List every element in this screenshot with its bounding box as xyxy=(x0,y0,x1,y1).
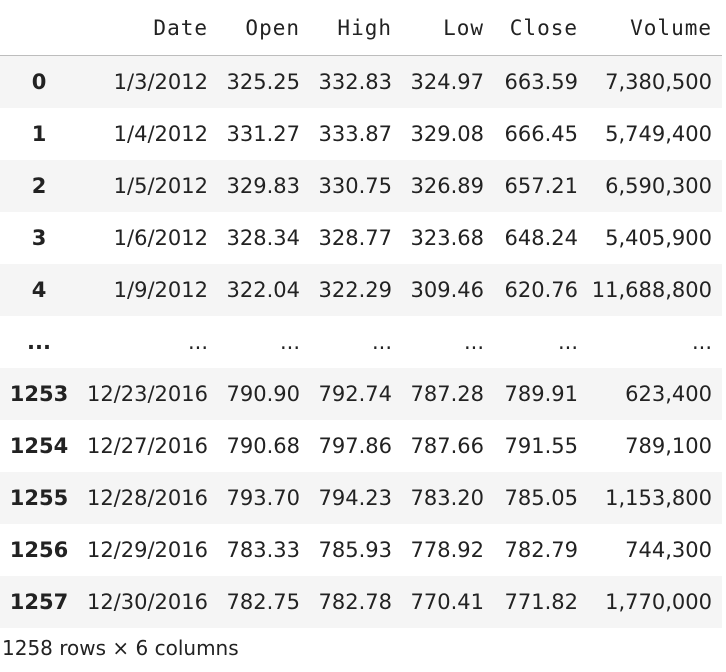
row-index: 1 xyxy=(31,122,47,146)
cell-open: 790.68 xyxy=(226,434,300,458)
cell-date: ... xyxy=(187,330,208,354)
cell-open: ... xyxy=(279,330,300,354)
row-index: 1253 xyxy=(9,382,69,406)
cell-open: 322.04 xyxy=(226,278,300,302)
dataframe-table: Date Open High Low Close Volume 0 1/3/20… xyxy=(0,0,722,628)
cell-volume: 11,688,800 xyxy=(591,278,712,302)
table-row: 1255 12/28/2016 793.70 794.23 783.20 785… xyxy=(0,472,722,524)
cell-open: 328.34 xyxy=(226,226,300,250)
dataframe-output: Date Open High Low Close Volume 0 1/3/20… xyxy=(0,0,726,660)
cell-open: 325.25 xyxy=(226,70,300,94)
cell-date: 1/5/2012 xyxy=(113,174,208,198)
cell-low: 778.92 xyxy=(410,538,484,562)
table-row: 0 1/3/2012 325.25 332.83 324.97 663.59 7… xyxy=(0,55,722,108)
cell-high: 322.29 xyxy=(318,278,392,302)
cell-high: 785.93 xyxy=(318,538,392,562)
cell-low: 770.41 xyxy=(410,590,484,614)
table-row: 1 1/4/2012 331.27 333.87 329.08 666.45 5… xyxy=(0,108,722,160)
row-index: 1256 xyxy=(9,538,69,562)
column-header-close: Close xyxy=(494,0,588,56)
cell-volume: 789,100 xyxy=(625,434,712,458)
cell-date: 12/23/2016 xyxy=(86,382,208,406)
cell-date: 1/4/2012 xyxy=(113,122,208,146)
cell-close: 663.59 xyxy=(504,70,578,94)
table-row: 1257 12/30/2016 782.75 782.78 770.41 771… xyxy=(0,576,722,628)
cell-close: 789.91 xyxy=(504,382,578,406)
cell-volume: 744,300 xyxy=(625,538,712,562)
table-row: 1253 12/23/2016 790.90 792.74 787.28 789… xyxy=(0,368,722,420)
cell-low: 324.97 xyxy=(410,70,484,94)
cell-date: 1/6/2012 xyxy=(113,226,208,250)
cell-volume: 6,590,300 xyxy=(605,174,712,198)
cell-volume: 5,405,900 xyxy=(605,226,712,250)
cell-date: 12/30/2016 xyxy=(86,590,208,614)
table-row: 4 1/9/2012 322.04 322.29 309.46 620.76 1… xyxy=(0,264,722,316)
cell-high: 328.77 xyxy=(318,226,392,250)
table-row: 3 1/6/2012 328.34 328.77 323.68 648.24 5… xyxy=(0,212,722,264)
cell-volume: 1,153,800 xyxy=(605,486,712,510)
cell-date: 12/29/2016 xyxy=(86,538,208,562)
cell-open: 793.70 xyxy=(226,486,300,510)
cell-close: 620.76 xyxy=(504,278,578,302)
row-index: 2 xyxy=(31,174,47,198)
cell-volume: ... xyxy=(691,330,712,354)
cell-low: 323.68 xyxy=(410,226,484,250)
cell-high: 330.75 xyxy=(318,174,392,198)
cell-open: 790.90 xyxy=(226,382,300,406)
cell-close: 648.24 xyxy=(504,226,578,250)
cell-volume: 623,400 xyxy=(625,382,712,406)
cell-date: 1/9/2012 xyxy=(113,278,208,302)
table-row: 1256 12/29/2016 783.33 785.93 778.92 782… xyxy=(0,524,722,576)
cell-high: ... xyxy=(371,330,392,354)
cell-high: 797.86 xyxy=(318,434,392,458)
cell-volume: 5,749,400 xyxy=(605,122,712,146)
column-header-high: High xyxy=(310,0,402,56)
cell-high: 333.87 xyxy=(318,122,392,146)
column-header-date: Date xyxy=(78,0,218,56)
row-index: ... xyxy=(27,330,51,354)
cell-low: 326.89 xyxy=(410,174,484,198)
table-row-ellipsis: ... ... ... ... ... ... ... xyxy=(0,316,722,368)
cell-close: 785.05 xyxy=(504,486,578,510)
row-index: 1257 xyxy=(9,590,69,614)
cell-high: 792.74 xyxy=(318,382,392,406)
row-index: 0 xyxy=(31,70,47,94)
cell-low: ... xyxy=(463,330,484,354)
cell-open: 329.83 xyxy=(226,174,300,198)
table-row: 2 1/5/2012 329.83 330.75 326.89 657.21 6… xyxy=(0,160,722,212)
cell-close: 771.82 xyxy=(504,590,578,614)
cell-close: 782.79 xyxy=(504,538,578,562)
row-index: 3 xyxy=(31,226,47,250)
column-header-volume: Volume xyxy=(588,0,722,56)
cell-date: 1/3/2012 xyxy=(113,70,208,94)
row-index: 1255 xyxy=(9,486,69,510)
header-row: Date Open High Low Close Volume xyxy=(0,0,722,56)
column-header-low: Low xyxy=(402,0,494,56)
column-header-index xyxy=(0,0,78,56)
cell-date: 12/28/2016 xyxy=(86,486,208,510)
cell-close: ... xyxy=(557,330,578,354)
cell-high: 782.78 xyxy=(318,590,392,614)
cell-volume: 1,770,000 xyxy=(605,590,712,614)
cell-low: 783.20 xyxy=(410,486,484,510)
cell-close: 657.21 xyxy=(504,174,578,198)
row-index: 1254 xyxy=(9,434,69,458)
cell-close: 791.55 xyxy=(504,434,578,458)
table-row: 1254 12/27/2016 790.68 797.86 787.66 791… xyxy=(0,420,722,472)
cell-volume: 7,380,500 xyxy=(605,70,712,94)
cell-open: 331.27 xyxy=(226,122,300,146)
cell-close: 666.45 xyxy=(504,122,578,146)
cell-low: 787.66 xyxy=(410,434,484,458)
column-header-open: Open xyxy=(218,0,310,56)
cell-low: 329.08 xyxy=(410,122,484,146)
cell-high: 332.83 xyxy=(318,70,392,94)
cell-high: 794.23 xyxy=(318,486,392,510)
cell-date: 12/27/2016 xyxy=(86,434,208,458)
row-index: 4 xyxy=(31,278,47,302)
cell-low: 787.28 xyxy=(410,382,484,406)
cell-open: 783.33 xyxy=(226,538,300,562)
cell-low: 309.46 xyxy=(410,278,484,302)
cell-open: 782.75 xyxy=(226,590,300,614)
row-count-footer: 1258 rows × 6 columns xyxy=(2,636,239,660)
